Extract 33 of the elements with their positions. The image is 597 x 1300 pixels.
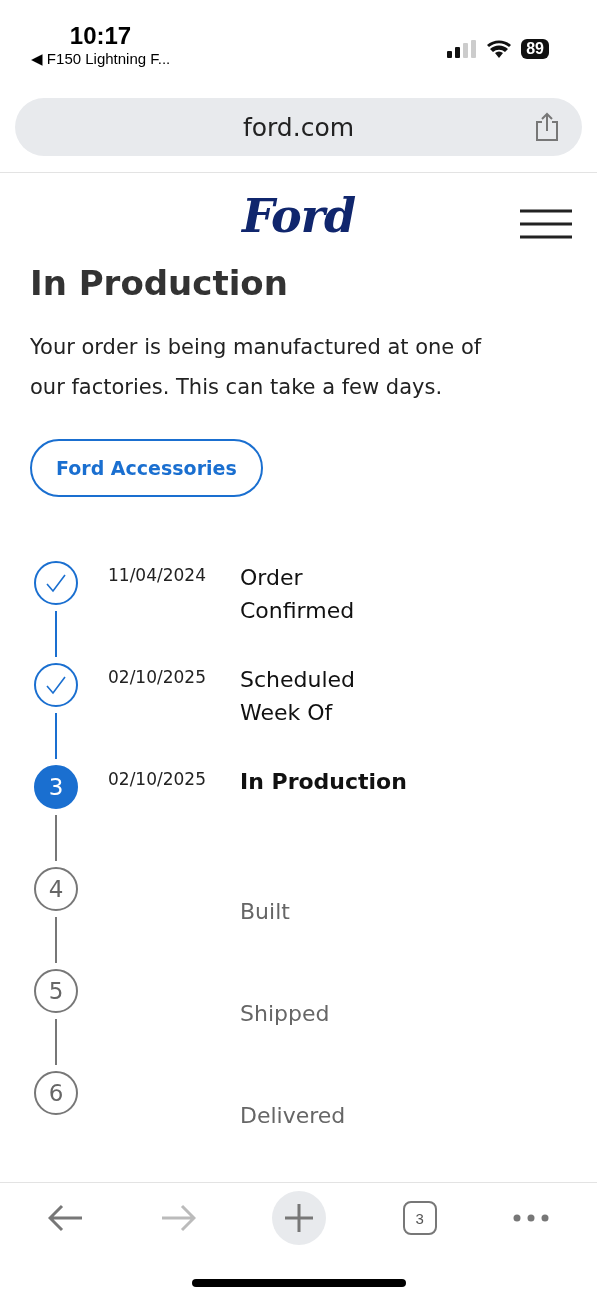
url-text: ford.com [242,112,355,142]
clock-time: 10:17 [69,22,132,50]
back-to-app-link[interactable]: ◀ F150 Lightning F... [30,50,171,68]
check-icon [45,573,67,593]
step-marker: 6 [34,1071,78,1115]
accessories-button[interactable]: Ford Accessories [30,439,263,497]
step-marker: 4 [34,867,78,911]
more-icon[interactable] [512,1214,549,1222]
step-label: Order Confirmed [240,564,356,625]
address-bar[interactable]: ford.com [15,98,582,156]
signal-icon [447,40,478,58]
check-icon [45,675,67,695]
wifi-icon [487,40,512,58]
share-icon[interactable] [534,112,560,142]
step-label: Built [240,898,291,926]
step-date: 11/04/2024 [108,565,207,587]
brand-logo[interactable]: Ford [241,189,356,243]
step-date: 02/10/2025 [108,667,207,689]
tab-count-button[interactable]: 3 [402,1201,437,1235]
step-label: In Production [240,768,407,796]
page-title: In Production [30,263,289,303]
back-arrow-icon[interactable] [48,1203,85,1233]
battery-level: 89 [521,39,549,59]
step-label: Delivered [240,1102,347,1130]
step-date: 02/10/2025 [108,769,207,791]
new-tab-button[interactable] [272,1191,327,1245]
step-marker: 5 [34,969,78,1013]
plus-icon [285,1204,314,1232]
step-marker: 3 [34,765,78,809]
menu-icon[interactable] [520,209,572,239]
step-label: Scheduled Week Of [240,666,357,727]
status-description: Your order is being manufactured at one of our factories. This can take a few days. [30,334,483,401]
step-label: Shipped [240,1000,331,1028]
